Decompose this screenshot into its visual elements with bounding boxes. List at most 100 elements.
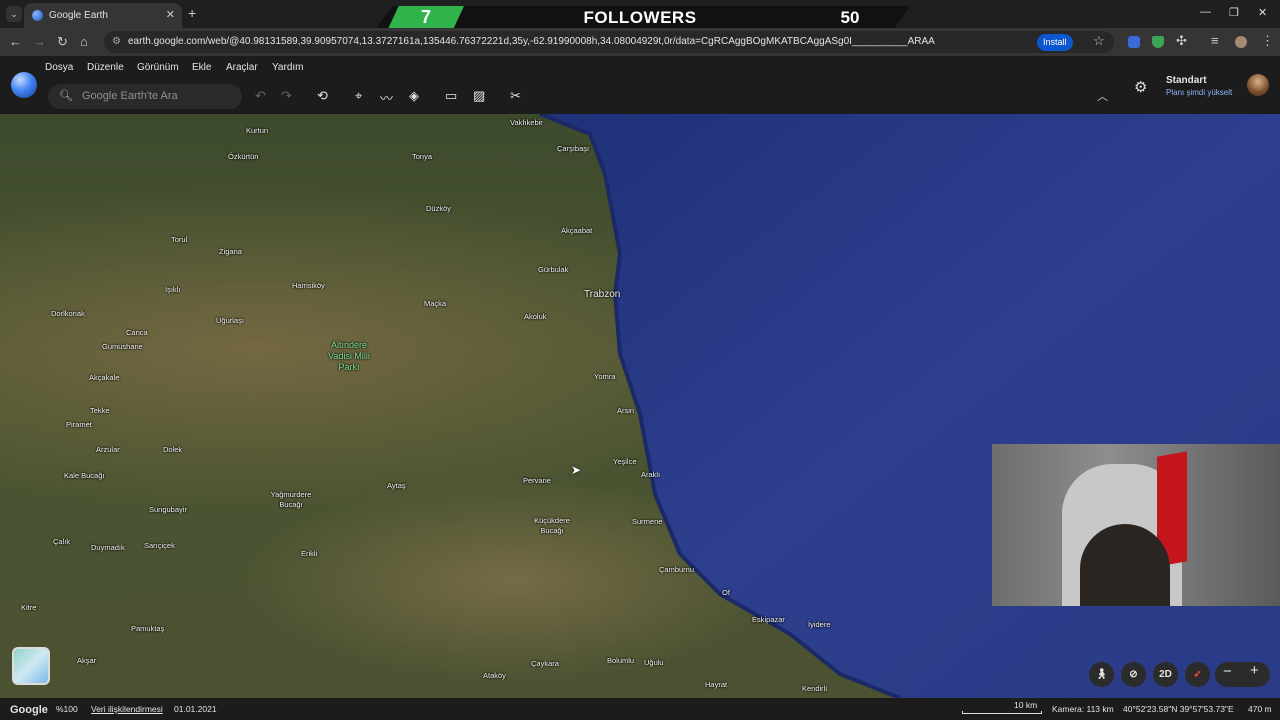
search-icon: 🔍︎ [59, 90, 73, 102]
layers-icon[interactable]: ◈ [409, 88, 419, 104]
draw-path-icon[interactable]: 〰 [380, 88, 393, 107]
browser-menu-icon[interactable]: ⋮ [1261, 33, 1274, 49]
bookmark-star-icon[interactable]: ☆ [1093, 33, 1105, 49]
imagery-date: 01.01.2021 [174, 704, 217, 714]
map-label: Zigana [219, 247, 242, 256]
map-label: Hamsiköy [292, 281, 325, 290]
reload-icon[interactable]: ↻ [57, 34, 68, 50]
back-icon[interactable]: ← [9, 34, 22, 49]
close-tab-icon[interactable]: ✕ [166, 8, 175, 21]
map-label: Uğurlaşı [216, 316, 244, 325]
map-label: Yağmurdere Bucağı [270, 490, 312, 509]
followers-title: FOLLOWERS [583, 8, 697, 27]
zoom-out-icon[interactable]: − [1223, 663, 1232, 680]
webcam-overlay [992, 444, 1280, 606]
tab-search-menu-button[interactable]: ⌄ [6, 6, 22, 22]
map-label: Kale Bucağı [64, 471, 105, 480]
map-label: Surmene [632, 517, 663, 526]
minimize-window-button[interactable]: — [1200, 6, 1211, 18]
map-label: Canca [126, 328, 148, 337]
map-label: Yomra [594, 372, 616, 381]
account-avatar[interactable] [1247, 74, 1269, 96]
map-label: Duymadık [91, 543, 125, 552]
install-app-button[interactable]: Install [1037, 34, 1073, 51]
map-label: Maçka [424, 299, 447, 308]
scale-bar [962, 711, 1042, 714]
scale-label: 10 km [1014, 700, 1038, 710]
map-label: Kurtun [246, 126, 269, 135]
shield-extension-icon[interactable] [1152, 36, 1164, 48]
new-tab-button[interactable]: + [188, 5, 196, 21]
settings-gear-icon[interactable]: ⚙ [1134, 78, 1147, 96]
map-label-city: Trabzon [584, 289, 621, 300]
map-label: Bolumlu [607, 656, 635, 665]
map-label: Kitre [21, 603, 37, 612]
google-earth-favicon-icon [32, 10, 43, 21]
map-label: Sungubayir [149, 505, 187, 514]
map-label: Araklı [641, 470, 661, 479]
map-label: Yeşilce [613, 457, 637, 466]
map-label: Gürbulak [538, 265, 569, 274]
map-label: Çaykara [531, 659, 559, 668]
search-input[interactable]: 🔍︎ Google Earth'te Ara [48, 84, 242, 109]
menu-file[interactable]: Dosya [45, 62, 73, 73]
map-label: Arzular [96, 445, 120, 454]
follower-count: 7 [388, 6, 464, 29]
measure-ruler-icon[interactable]: ▭ [445, 88, 457, 104]
historical-imagery-icon[interactable]: ⟲ [317, 88, 328, 104]
menu-view[interactable]: Görünüm [137, 62, 179, 73]
add-placemark-icon[interactable]: ⌖ [355, 88, 362, 104]
map-view[interactable]: Vakfıkebir Kurtun Çarşıbaşı Özkürtün Ton… [0, 114, 1280, 698]
webcam-person [1080, 524, 1170, 606]
projects-tools-icon[interactable]: ✂ [510, 88, 521, 104]
map-label: Uğulu [644, 658, 664, 667]
tilt-reset-icon[interactable]: ⊘ [1121, 662, 1146, 687]
menu-help[interactable]: Yardım [272, 62, 304, 73]
screenshot-image-icon[interactable]: ▨ [473, 88, 485, 104]
view-2d-toggle-button[interactable]: 2D [1153, 662, 1178, 687]
map-label: Arsin [617, 406, 635, 415]
map-label: Özkürtün [228, 152, 259, 161]
extensions-puzzle-icon[interactable]: ✣ [1176, 33, 1187, 49]
google-earth-logo-icon[interactable] [11, 72, 37, 98]
map-label: İyidere [808, 620, 831, 629]
browser-tab[interactable]: Google Earth ✕ [24, 3, 182, 28]
map-label: Hayrat [705, 680, 728, 689]
menu-add[interactable]: Ekle [192, 62, 211, 73]
compass-icon[interactable]: ➶ [1185, 662, 1210, 687]
profile-avatar-icon[interactable] [1235, 36, 1247, 48]
close-window-button[interactable]: ✕ [1258, 6, 1267, 19]
pegman-street-view-icon[interactable]: 🚶︎ [1089, 662, 1114, 687]
data-attribution-link[interactable]: Veri ilişkilendirmesi [91, 704, 163, 714]
tab-title: Google Earth [49, 10, 108, 21]
map-label: Akçakale [89, 373, 120, 382]
map-style-thumbnail-button[interactable] [12, 647, 50, 685]
menu-edit[interactable]: Düzenle [87, 62, 124, 73]
camera-altitude: Kamera: 113 km [1052, 704, 1114, 714]
extension-icon[interactable] [1128, 36, 1140, 48]
map-label: Akşar [77, 656, 97, 665]
home-icon[interactable]: ⌂ [80, 34, 88, 49]
map-label: Pamuktaş [131, 624, 165, 633]
media-controls-icon[interactable]: ≡ [1211, 33, 1219, 48]
zoom-in-icon[interactable]: + [1250, 662, 1259, 679]
map-label: Akçaabat [561, 226, 593, 235]
map-label: Küçükdere Bucağı [534, 516, 570, 535]
map-label: Of [722, 588, 730, 597]
address-bar[interactable]: ⚙ earth.google.com/web/@40.98131589,39.9… [104, 31, 1114, 53]
site-info-icon[interactable]: ⚙ [112, 31, 121, 53]
map-label-national-park: Altındere Vadisi Milli Parkı [328, 340, 370, 372]
url-text: earth.google.com/web/@40.98131589,39.909… [128, 36, 935, 47]
browser-toolbar: ← → ↻ ⌂ ⚙ earth.google.com/web/@40.98131… [0, 28, 1280, 56]
collapse-toolbar-chevron-up-icon[interactable]: ︿ [1097, 88, 1108, 104]
map-label: Tonya [412, 152, 433, 161]
forward-icon[interactable]: → [33, 34, 46, 49]
map-label: Tekke [90, 406, 110, 415]
menu-tools[interactable]: Araçlar [226, 62, 258, 73]
black-sea-water [539, 114, 1280, 698]
redo-icon[interactable]: ↷ [281, 88, 292, 104]
restore-window-button[interactable]: ❐ [1229, 6, 1239, 19]
map-label: Vakfıkebir [510, 118, 543, 127]
undo-icon[interactable]: ↶ [255, 88, 266, 104]
upgrade-plan-link[interactable]: Planı şimdi yükselt [1166, 88, 1232, 97]
